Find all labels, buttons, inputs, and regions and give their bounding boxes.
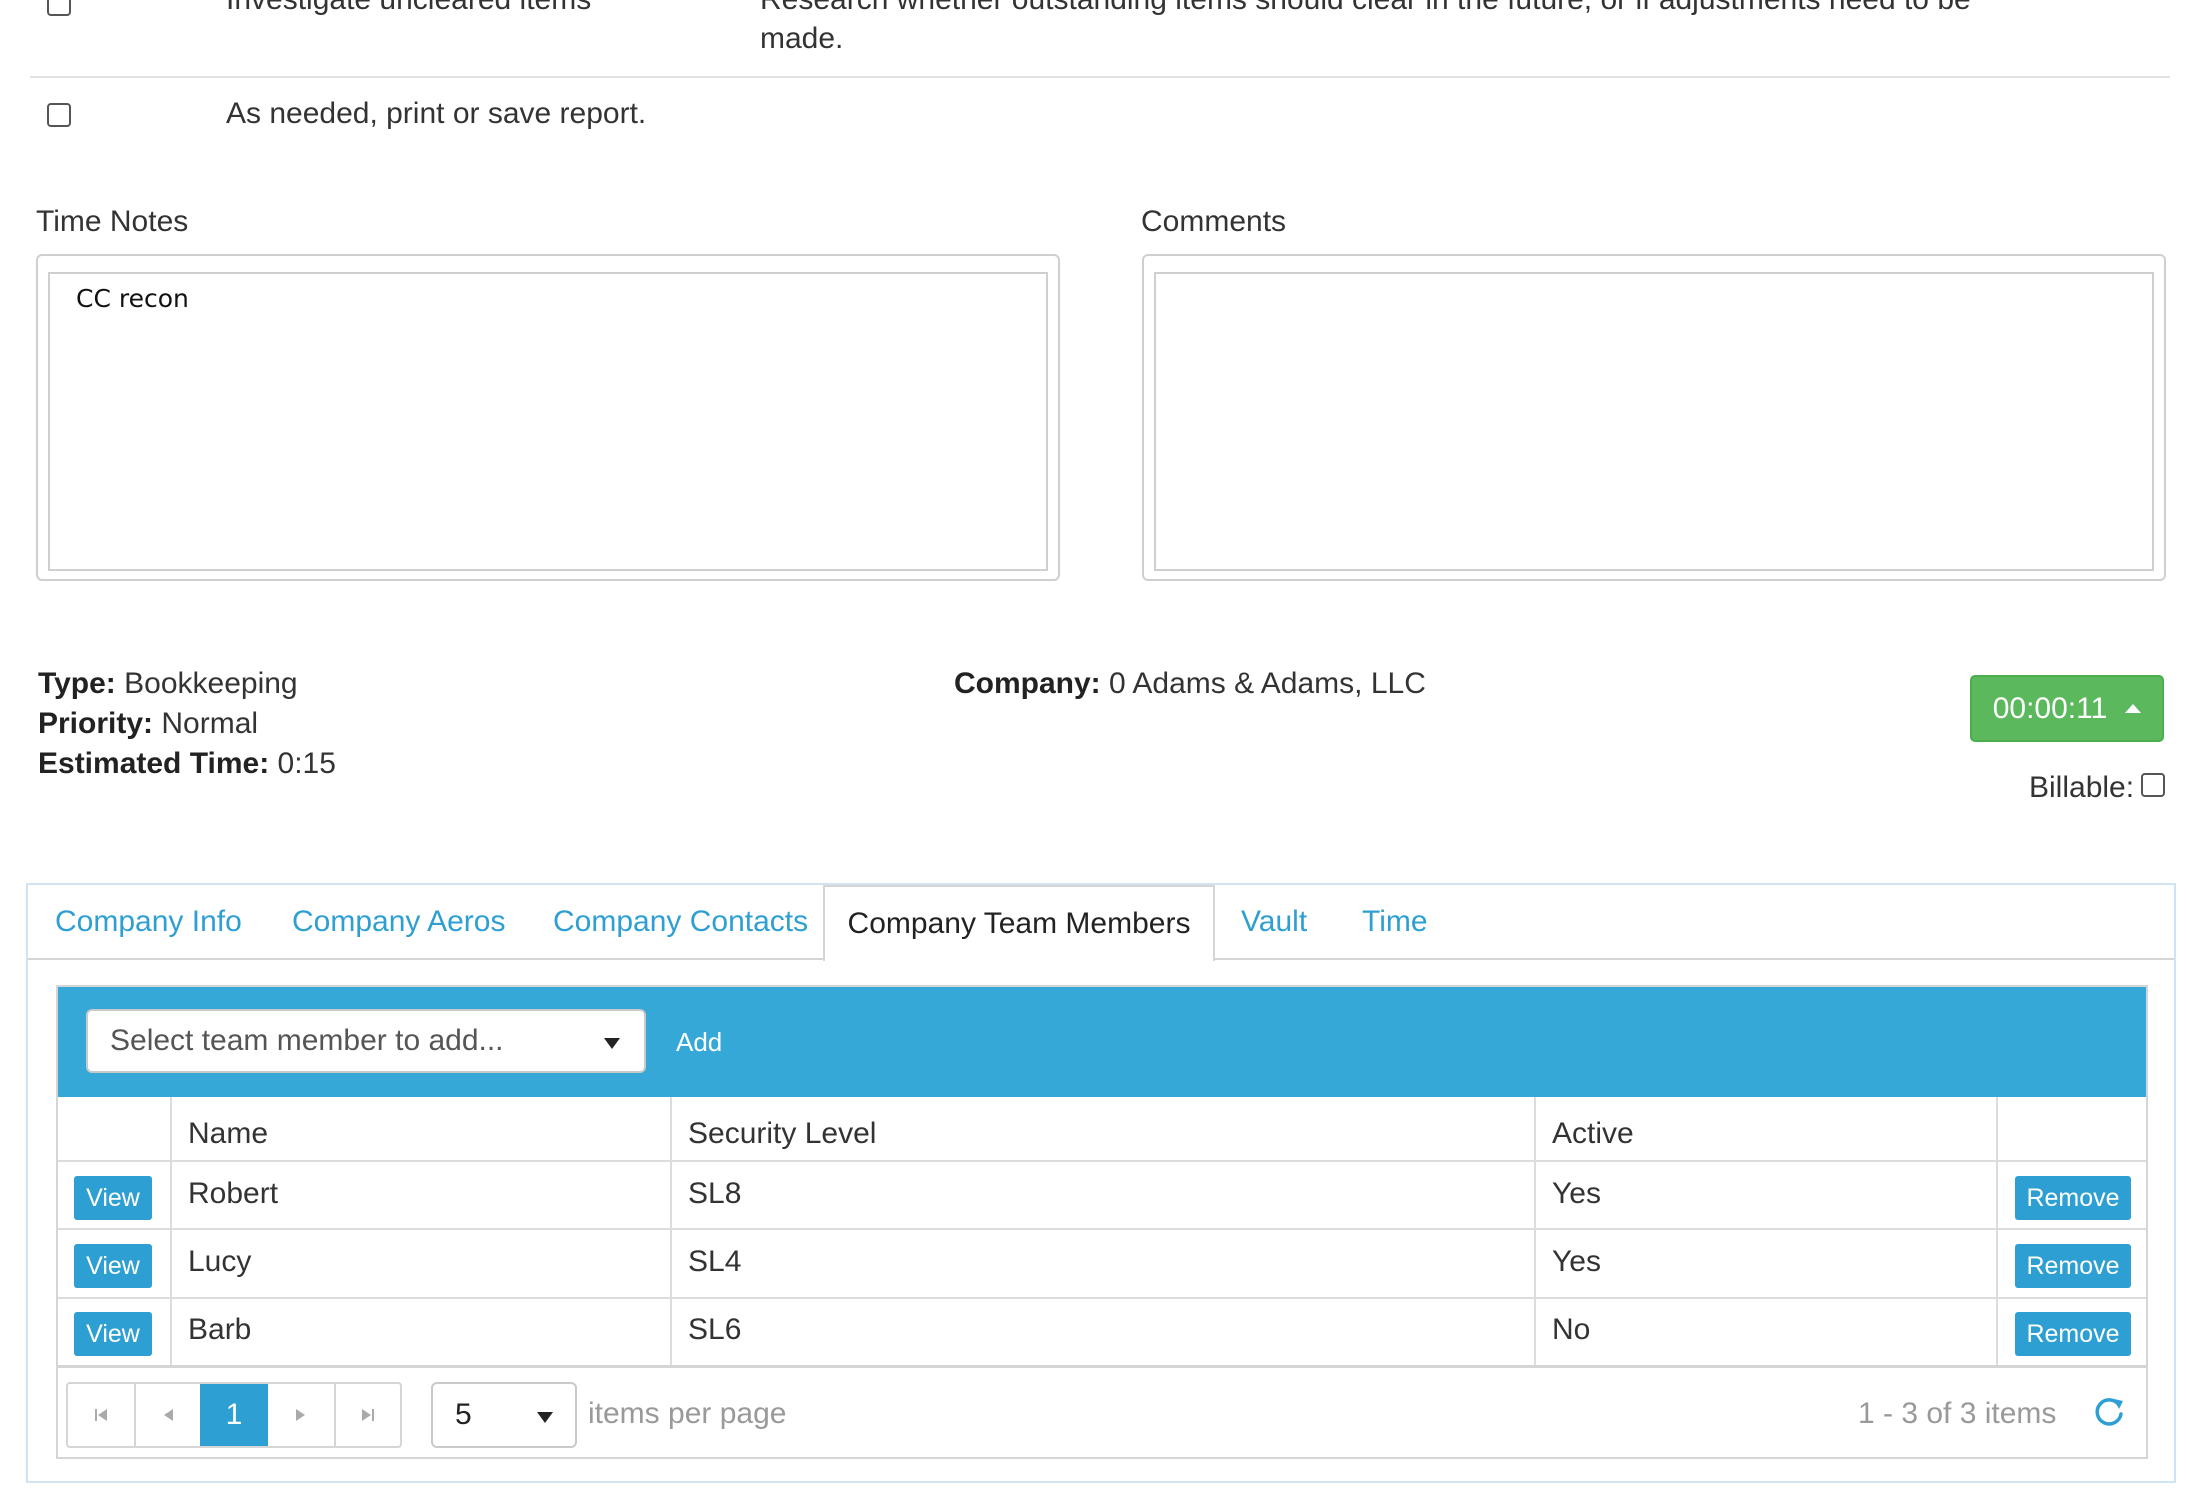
page-size-select[interactable]: 5 xyxy=(431,1382,577,1448)
time-notes-panel: CC recon xyxy=(36,254,1060,581)
company-tab-panel: Company Info Company Aeros Company Conta… xyxy=(26,883,2176,1483)
row-divider xyxy=(58,1228,2146,1230)
priority-value: Normal xyxy=(161,707,259,740)
caret-down-icon xyxy=(537,1412,553,1423)
checklist-label-print-report: As needed, print or save report. xyxy=(226,97,647,130)
time-notes-label: Time Notes xyxy=(36,205,189,238)
next-page-button[interactable] xyxy=(268,1384,334,1446)
view-button[interactable]: View xyxy=(74,1244,152,1288)
row-active: No xyxy=(1552,1313,1591,1346)
row-security-level: SL4 xyxy=(688,1245,742,1278)
page-button-current[interactable]: 1 xyxy=(200,1384,268,1446)
team-members-grid: Select team member to add... Add Name Se… xyxy=(56,985,2148,1459)
column-divider xyxy=(1534,1097,1536,1367)
estimated-time-info: Estimated Time: 0:15 xyxy=(38,744,336,784)
time-notes-textarea[interactable]: CC recon xyxy=(48,272,1048,571)
last-page-icon xyxy=(362,1409,374,1421)
row-security-level: SL6 xyxy=(688,1313,742,1346)
billable-checkbox[interactable] xyxy=(2141,773,2165,797)
row-active: Yes xyxy=(1552,1245,1601,1278)
tab-company-contacts[interactable]: Company Contacts xyxy=(553,905,808,939)
remove-button[interactable]: Remove xyxy=(2015,1176,2131,1220)
billable-label: Billable: xyxy=(2029,771,2135,804)
checklist-label-uncleared: Investigate uncleared items xyxy=(226,0,591,21)
checklist-divider xyxy=(30,76,2170,78)
column-header-security-level[interactable]: Security Level xyxy=(688,1117,876,1151)
tab-company-aeros[interactable]: Company Aeros xyxy=(292,905,505,939)
pager-summary: 1 - 3 of 3 items xyxy=(1858,1397,2057,1430)
column-divider xyxy=(670,1097,672,1367)
estimated-time-value: 0:15 xyxy=(277,747,336,780)
caret-down-icon xyxy=(604,1038,620,1049)
checklist-checkbox-print-report[interactable] xyxy=(47,103,71,127)
column-header-active[interactable]: Active xyxy=(1552,1117,1634,1151)
comments-textarea[interactable] xyxy=(1154,272,2154,571)
first-page-button[interactable] xyxy=(68,1384,134,1446)
add-team-member-button[interactable]: Add xyxy=(676,1027,722,1058)
type-label: Type: xyxy=(38,667,116,700)
tab-company-info[interactable]: Company Info xyxy=(55,905,242,939)
comments-label: Comments xyxy=(1141,205,1287,238)
type-info: Type: Bookkeeping xyxy=(38,664,298,704)
prev-page-icon xyxy=(164,1409,173,1421)
company-value: 0 Adams & Adams, LLC xyxy=(1109,667,1426,700)
last-page-button[interactable] xyxy=(336,1384,400,1446)
row-active: Yes xyxy=(1552,1177,1601,1210)
column-divider xyxy=(1996,1097,1998,1367)
grid-toolbar: Select team member to add... Add xyxy=(58,987,2146,1097)
row-divider xyxy=(58,1297,2146,1299)
priority-info: Priority: Normal xyxy=(38,704,258,744)
checklist-checkbox-uncleared[interactable] xyxy=(47,0,71,16)
header-divider xyxy=(58,1160,2146,1162)
company-info: Company: 0 Adams & Adams, LLC xyxy=(954,664,1426,704)
view-button[interactable]: View xyxy=(74,1176,152,1220)
prev-page-button[interactable] xyxy=(136,1384,200,1446)
company-label: Company: xyxy=(954,667,1101,700)
first-page-icon xyxy=(95,1409,107,1421)
tab-company-team-members[interactable]: Company Team Members xyxy=(823,885,1215,961)
checklist-description-uncleared-line2: made. xyxy=(760,22,844,55)
timer-button[interactable]: 00:00:11 xyxy=(1970,675,2164,742)
priority-label: Priority: xyxy=(38,707,154,740)
remove-button[interactable]: Remove xyxy=(2015,1244,2131,1288)
type-value: Bookkeeping xyxy=(124,667,298,700)
comments-panel xyxy=(1142,254,2166,581)
timer-value: 00:00:11 xyxy=(1992,691,2108,725)
pagination: 1 xyxy=(66,1382,402,1448)
page-size-value: 5 xyxy=(455,1398,472,1431)
tab-vault[interactable]: Vault xyxy=(1241,905,1307,939)
caret-up-icon xyxy=(2125,704,2142,713)
items-per-page-label: items per page xyxy=(588,1397,787,1430)
checklist-description-uncleared-line1: Research whether outstanding items shoul… xyxy=(760,0,1971,21)
team-member-select-placeholder: Select team member to add... xyxy=(110,1024,504,1057)
row-name: Robert xyxy=(188,1177,279,1210)
remove-button[interactable]: Remove xyxy=(2015,1312,2131,1356)
row-name: Barb xyxy=(188,1313,252,1346)
next-page-icon xyxy=(296,1409,305,1421)
row-security-level: SL8 xyxy=(688,1177,742,1210)
column-header-name[interactable]: Name xyxy=(188,1117,268,1151)
grid-footer-divider xyxy=(58,1365,2146,1368)
tab-time[interactable]: Time xyxy=(1362,905,1428,939)
tab-bar: Company Info Company Aeros Company Conta… xyxy=(28,885,2174,961)
team-member-select[interactable]: Select team member to add... xyxy=(86,1009,646,1073)
column-divider xyxy=(170,1097,172,1367)
view-button[interactable]: View xyxy=(74,1312,152,1356)
row-name: Lucy xyxy=(188,1245,252,1278)
estimated-time-label: Estimated Time: xyxy=(38,747,270,780)
refresh-icon[interactable] xyxy=(2092,1395,2126,1429)
